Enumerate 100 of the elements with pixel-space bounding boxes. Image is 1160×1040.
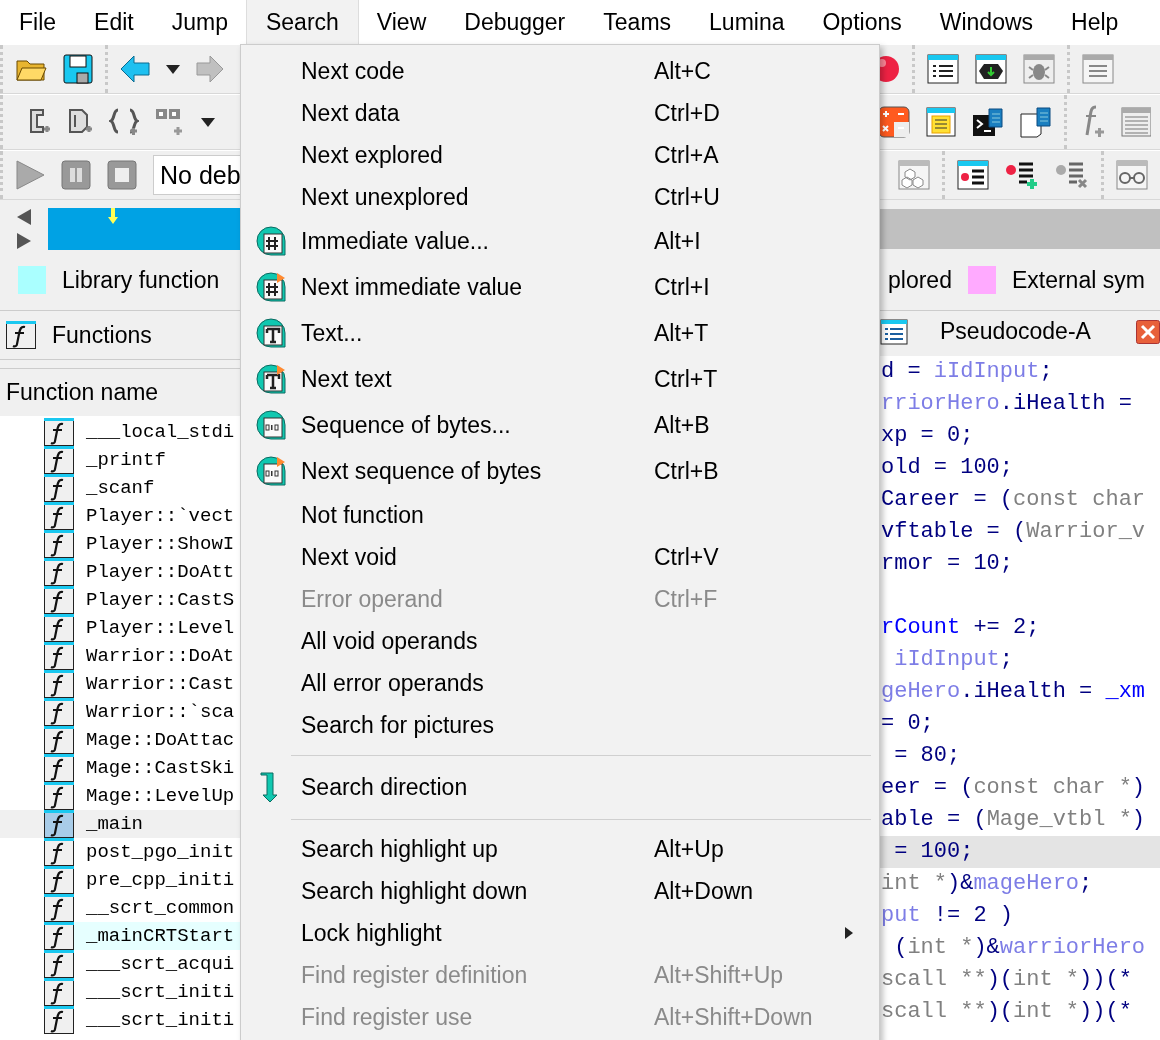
function-icon[interactable] <box>44 698 74 726</box>
function-icon[interactable] <box>44 782 74 810</box>
function-icon[interactable] <box>44 838 74 866</box>
function-name[interactable]: pre_cpp_initi <box>74 866 240 894</box>
menu-item[interactable]: Jump <box>152 0 247 44</box>
function-icon[interactable] <box>44 418 74 446</box>
function-icon[interactable] <box>44 810 74 838</box>
menu-item[interactable]: Next immediate value Ctrl+I <box>241 264 879 310</box>
close-icon[interactable] <box>1136 319 1160 344</box>
menu-item[interactable]: Help <box>1052 0 1138 44</box>
menu-item[interactable]: Next void Ctrl+V <box>241 536 879 578</box>
function-name[interactable]: Player::ShowI <box>74 530 240 558</box>
function-name[interactable]: Player::`vect <box>74 502 240 530</box>
menu-item[interactable]: All void operands <box>241 620 879 662</box>
menu-item[interactable]: Next explored Ctrl+A <box>241 134 879 176</box>
stop-icon[interactable] <box>107 160 137 190</box>
function-icon[interactable] <box>44 726 74 754</box>
function-icon[interactable] <box>44 1006 74 1034</box>
breakpoint-list-icon[interactable] <box>957 160 989 190</box>
breakpoint-add-icon[interactable] <box>1005 160 1039 190</box>
function-name[interactable]: ___local_stdi <box>74 418 240 446</box>
caret-icon[interactable] <box>201 117 215 127</box>
left-arrow-icon[interactable] <box>17 209 31 225</box>
menu-item[interactable]: Next sequence of bytes Ctrl+B <box>241 448 879 494</box>
menu-item[interactable]: Edit <box>75 0 153 44</box>
save-icon[interactable] <box>63 54 93 84</box>
function-icon[interactable] <box>44 586 74 614</box>
function-name[interactable]: Player::Level <box>74 614 240 642</box>
function-name[interactable]: _mainCRTStart <box>74 922 240 950</box>
menu-item[interactable]: Debugger <box>445 0 585 44</box>
menu-item[interactable]: Text... Alt+T <box>241 310 879 356</box>
terminal-icon[interactable] <box>972 107 1004 137</box>
menu-item[interactable]: Not function <box>241 494 879 536</box>
function-name[interactable]: Mage::DoAttac <box>74 726 240 754</box>
menu-item[interactable]: Next data Ctrl+D <box>241 92 879 134</box>
braces-plus-icon[interactable] <box>109 107 139 137</box>
notepad-icon[interactable] <box>926 107 956 137</box>
list-window-icon[interactable] <box>927 54 959 84</box>
function-name[interactable]: _scanf <box>74 474 240 502</box>
function-name[interactable]: Warrior::`sca <box>74 698 240 726</box>
tab-title[interactable]: Pseudocode-A <box>940 314 1091 349</box>
glasses-icon[interactable] <box>1116 160 1148 190</box>
bug-icon[interactable] <box>1023 54 1055 84</box>
menu-item[interactable]: Next text Ctrl+T <box>241 356 879 402</box>
function-name[interactable]: Warrior::Cast <box>74 670 240 698</box>
play-icon[interactable] <box>15 160 45 190</box>
function-icon[interactable] <box>44 670 74 698</box>
code-line: scall **)(int *))(* <box>880 966 1133 994</box>
menu-item[interactable]: All error operands <box>241 662 879 704</box>
menu-item[interactable]: Immediate value... Alt+I <box>241 218 879 264</box>
function-icon[interactable] <box>44 474 74 502</box>
function-name[interactable]: Warrior::DoAt <box>74 642 240 670</box>
function-icon[interactable] <box>44 978 74 1006</box>
menu-item[interactable]: Search for pictures <box>241 704 879 746</box>
function-icon[interactable] <box>44 922 74 950</box>
caret-icon[interactable] <box>166 64 180 74</box>
function-name[interactable]: Player::DoAtt <box>74 558 240 586</box>
function-icon[interactable] <box>44 894 74 922</box>
function-name[interactable]: ___scrt_initi <box>74 978 240 1006</box>
menu-item[interactable]: Lumina <box>690 0 804 44</box>
legend-label: plored <box>888 265 952 295</box>
breakpoint-delete-icon[interactable] <box>1055 160 1089 190</box>
right-arrow-icon[interactable] <box>17 233 31 249</box>
function-name[interactable]: Player::CastS <box>74 586 240 614</box>
struct-plus-icon[interactable] <box>155 108 185 136</box>
function-icon[interactable] <box>44 502 74 530</box>
menu-item[interactable]: Lock highlight <box>241 912 879 954</box>
menu-item[interactable]: Sequence of bytes... Alt+B <box>241 402 879 448</box>
function-name[interactable]: Mage::CastSki <box>74 754 240 782</box>
debugger-field[interactable]: No deb <box>153 155 240 195</box>
menu-item[interactable]: Teams <box>584 0 691 44</box>
function-name[interactable]: _printf <box>74 446 240 474</box>
function-icon[interactable] <box>44 614 74 642</box>
menu-item[interactable]: Windows <box>920 0 1053 44</box>
function-icon[interactable] <box>44 866 74 894</box>
function-name[interactable]: post_pgo_init <box>74 838 240 866</box>
function-icon[interactable] <box>44 950 74 978</box>
menu-item[interactable]: Search <box>246 0 358 44</box>
function-name[interactable]: ___scrt_initi <box>74 1006 240 1034</box>
menu-item[interactable]: Search highlight down Alt+Down <box>241 870 879 912</box>
function-name[interactable]: __scrt_common <box>74 894 240 922</box>
cubes-icon[interactable] <box>898 160 930 190</box>
menu-item[interactable]: View <box>357 0 446 44</box>
menu-item[interactable]: Next code Alt+C <box>241 50 879 92</box>
function-icon[interactable] <box>44 642 74 670</box>
function-icon[interactable] <box>44 446 74 474</box>
pause-icon[interactable] <box>61 160 91 190</box>
menu-item[interactable]: File <box>0 0 76 44</box>
menu-item[interactable]: Search direction <box>241 764 879 810</box>
back-arrow-icon[interactable] <box>120 55 150 83</box>
document-icon[interactable] <box>1020 106 1052 138</box>
function-icon[interactable] <box>44 558 74 586</box>
function-icon[interactable] <box>44 530 74 558</box>
function-icon[interactable] <box>44 754 74 782</box>
calculator-icon[interactable] <box>878 106 910 138</box>
download-window-icon[interactable] <box>975 54 1007 84</box>
menu-item[interactable]: Options <box>803 0 921 44</box>
function-name[interactable]: Mage::LevelUp <box>74 782 240 810</box>
menu-item[interactable]: Next unexplored Ctrl+U <box>241 176 879 218</box>
function-name[interactable]: ___scrt_acqui <box>74 950 240 978</box>
